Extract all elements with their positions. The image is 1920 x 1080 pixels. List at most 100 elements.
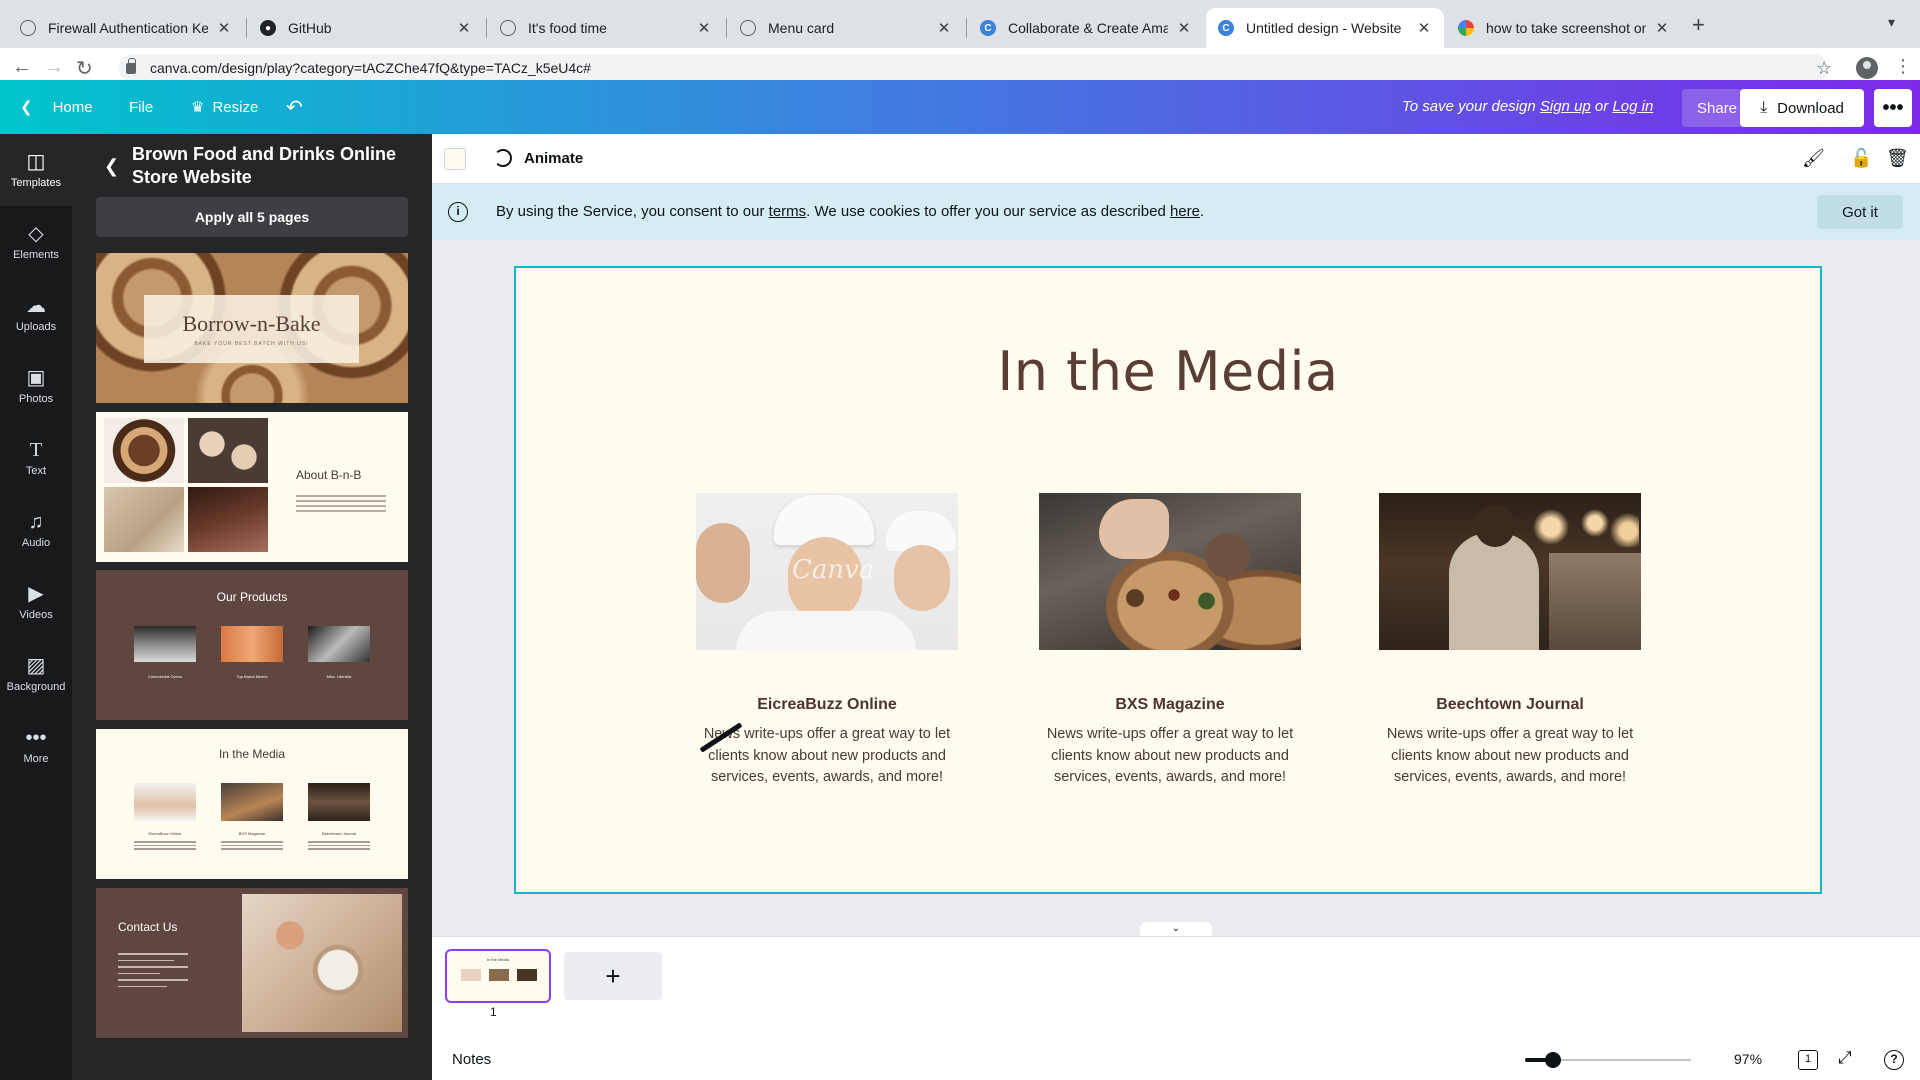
page-count-icon[interactable]: 1 — [1798, 1050, 1818, 1070]
undo-button[interactable]: ↶ — [286, 80, 303, 134]
more-options-button[interactable]: ••• — [1874, 89, 1912, 127]
animate-icon — [494, 149, 512, 167]
media-card-name[interactable]: Beechtown Journal — [1379, 696, 1641, 714]
close-icon[interactable]: ✕ — [1176, 19, 1192, 37]
page-color-swatch[interactable] — [444, 148, 466, 170]
download-icon: ⤓ — [1760, 99, 1768, 116]
animate-label: Animate — [524, 149, 584, 167]
browser-tab[interactable]: how to take screenshot on mac ✕ — [1446, 8, 1682, 48]
zoom-percentage[interactable]: 97% — [1734, 1051, 1762, 1067]
close-icon[interactable]: ✕ — [456, 19, 472, 37]
browser-menu-icon[interactable]: ⋮ — [1894, 56, 1912, 77]
template-page-thumbnail[interactable]: In the Media EicreaBuzz Online BXS Magaz… — [96, 729, 408, 879]
log-in-link[interactable]: Log in — [1612, 98, 1653, 115]
thumb-photo — [188, 487, 268, 552]
here-link[interactable]: here — [1170, 203, 1200, 220]
browser-tab[interactable]: C Collaborate & Create Amazing ✕ — [968, 8, 1204, 48]
rail-item-videos[interactable]: ▶ Videos — [0, 566, 72, 638]
browser-tab-active[interactable]: C Untitled design - Website ✕ — [1206, 8, 1444, 48]
thumb-banner: Borrow-n-Bake BAKE YOUR BEST BATCH WITH … — [144, 295, 359, 363]
animate-button[interactable]: Animate — [494, 149, 583, 167]
browser-tab[interactable]: Firewall Authentication Keepali ✕ — [8, 8, 244, 48]
collapse-pages-button[interactable]: ⌄ — [1140, 922, 1212, 936]
trash-icon[interactable]: 🗑 — [1886, 148, 1909, 169]
tab-search-icon[interactable]: ▾ — [1888, 14, 1895, 31]
apply-all-pages-button[interactable]: Apply all 5 pages — [96, 197, 408, 237]
unlock-icon[interactable]: 🔓 — [1850, 148, 1872, 169]
browser-tab[interactable]: ● GitHub ✕ — [248, 8, 484, 48]
rail-item-audio[interactable]: ♫ Audio — [0, 494, 72, 566]
home-button[interactable]: ❮ Home — [20, 80, 93, 134]
zoom-slider-handle[interactable] — [1545, 1052, 1561, 1068]
notes-button[interactable]: Notes — [452, 1051, 491, 1068]
template-page-thumbnail[interactable]: About B-n-B — [96, 412, 408, 562]
help-icon[interactable]: ? — [1884, 1050, 1904, 1070]
cookie-banner: i By using the Service, you consent to o… — [432, 184, 1920, 240]
thumb-text-lines — [221, 839, 283, 852]
design-title[interactable]: In the Media — [514, 340, 1822, 403]
reload-icon[interactable]: ↻ — [76, 56, 93, 81]
file-menu-button[interactable]: File — [129, 80, 153, 134]
thumb-photo — [308, 783, 370, 821]
photo-shape — [696, 523, 750, 603]
photo-shape — [1449, 533, 1539, 650]
rail-label: Elements — [13, 249, 59, 261]
thumb-photo — [308, 626, 370, 662]
thumb-photo — [188, 418, 268, 483]
object-rail: ◫ Templates ◇ Elements ☁ Uploads ▣ Photo… — [0, 134, 72, 1080]
close-icon[interactable]: ✕ — [1654, 19, 1670, 37]
browser-tab[interactable]: Menu card ✕ — [728, 8, 964, 48]
template-page-thumbnail[interactable]: Borrow-n-Bake BAKE YOUR BEST BATCH WITH … — [96, 253, 408, 403]
paint-format-icon[interactable]: 🖌 — [1802, 148, 1825, 169]
kitchen-photo[interactable] — [1379, 493, 1641, 650]
back-chevron-icon[interactable]: ❮ — [104, 156, 119, 177]
media-card-description[interactable]: News write-ups offer a great way to let … — [1379, 724, 1641, 789]
more-icon: ••• — [25, 727, 47, 749]
close-icon[interactable]: ✕ — [216, 19, 232, 37]
save-prefix: To save your design — [1402, 98, 1540, 115]
profile-avatar-icon[interactable] — [1856, 57, 1878, 79]
tab-title: GitHub — [288, 20, 332, 36]
close-icon[interactable]: ✕ — [1416, 19, 1432, 37]
media-card-name[interactable]: EicreaBuzz Online — [696, 696, 958, 714]
page-number: 1 — [490, 1005, 497, 1019]
close-icon[interactable]: ✕ — [696, 19, 712, 37]
thumb-text-lines — [308, 839, 370, 852]
add-page-button[interactable]: + — [564, 952, 662, 1000]
media-card-name[interactable]: BXS Magazine — [1039, 696, 1301, 714]
close-icon[interactable]: ✕ — [936, 19, 952, 37]
plating-photo[interactable] — [1039, 493, 1301, 650]
media-card-description[interactable]: News write-ups offer a great way to let … — [1039, 724, 1301, 789]
mini-photo — [461, 969, 481, 981]
rail-label: Background — [6, 681, 66, 693]
got-it-button[interactable]: Got it — [1817, 195, 1903, 229]
fullscreen-icon[interactable]: ⤢ — [1838, 1048, 1852, 1068]
rail-item-more[interactable]: ••• More — [0, 710, 72, 782]
rail-item-templates[interactable]: ◫ Templates — [0, 134, 72, 206]
template-page-thumbnail[interactable]: Contact Us — [96, 888, 408, 1038]
bookmark-star-icon[interactable]: ☆ — [1816, 58, 1832, 79]
url-field[interactable]: canva.com/design/play?category=tACZChe47… — [118, 54, 1828, 82]
forward-arrow-icon[interactable]: → — [44, 56, 64, 79]
rail-item-photos[interactable]: ▣ Photos — [0, 350, 72, 422]
sign-up-link[interactable]: Sign up — [1540, 98, 1591, 115]
undo-icon: ↶ — [286, 96, 303, 119]
chefs-photo[interactable]: Canva — [696, 493, 958, 650]
template-page-thumbnail[interactable]: Our Products Commercial Ovens Top Brand … — [96, 570, 408, 720]
download-button[interactable]: ⤓ Download — [1740, 89, 1864, 127]
media-card: Beechtown Journal News write-ups offer a… — [1379, 493, 1641, 789]
page-thumbnail[interactable]: In the Media — [445, 949, 551, 1003]
rail-item-uploads[interactable]: ☁ Uploads — [0, 278, 72, 350]
resize-button[interactable]: ♛ Resize — [191, 80, 258, 134]
rail-item-background[interactable]: ▨ Background — [0, 638, 72, 710]
rail-item-text[interactable]: T Text — [0, 422, 72, 494]
terms-link[interactable]: terms — [769, 203, 807, 220]
browser-tab[interactable]: It's food time ✕ — [488, 8, 724, 48]
tab-title: how to take screenshot on mac — [1486, 20, 1646, 36]
media-card-description[interactable]: News write-ups offer a great way to let … — [696, 724, 958, 789]
cookie-text-after: . — [1199, 203, 1205, 220]
back-arrow-icon[interactable]: ← — [12, 56, 32, 79]
photo-shape — [1099, 499, 1169, 559]
rail-item-elements[interactable]: ◇ Elements — [0, 206, 72, 278]
new-tab-button[interactable]: + — [1692, 12, 1705, 38]
